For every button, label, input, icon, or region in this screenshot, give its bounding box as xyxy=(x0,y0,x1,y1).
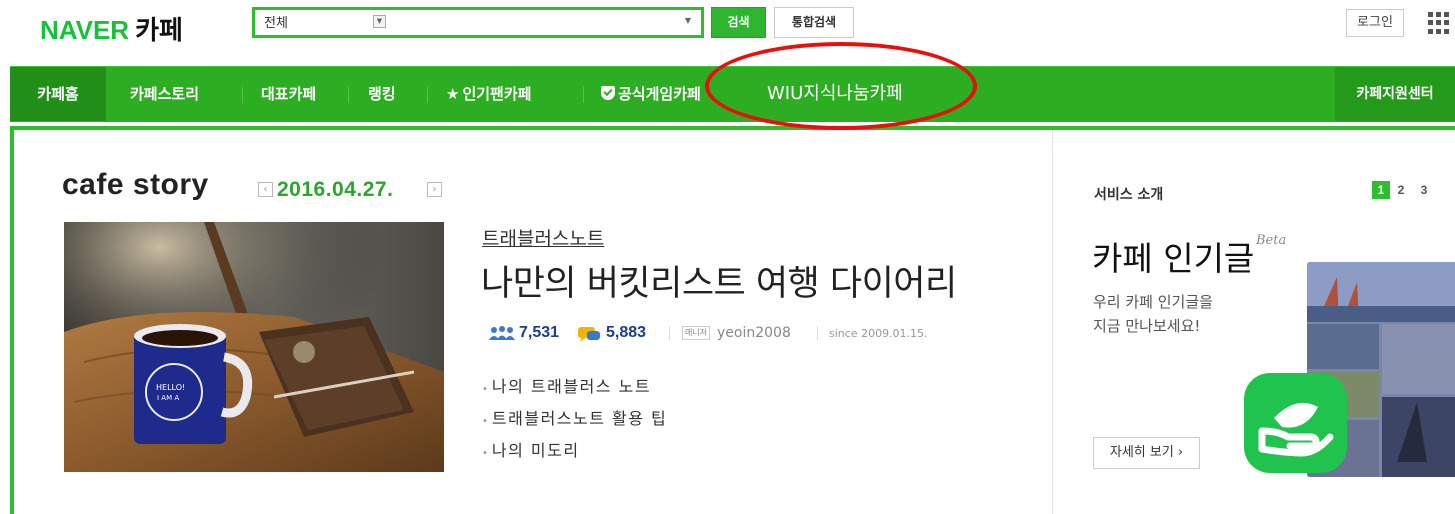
cafe-name-link[interactable]: 트래블러스노트 xyxy=(482,224,604,251)
nav-ranking[interactable]: 랭킹 xyxy=(368,67,396,121)
story-post-title[interactable]: 나만의 버킷리스트 여행 다이어리 xyxy=(481,255,957,306)
cafe-since-date: since 2009.01.15. xyxy=(829,327,928,340)
nav-label: 인기팬카페 xyxy=(462,85,532,103)
top-header: NAVER 카페 전체 ▼ ▼ 검색 통합검색 로그인 xyxy=(0,0,1455,52)
shield-check-icon xyxy=(601,86,615,100)
hand-leaf-logo-icon xyxy=(1244,373,1347,473)
cafe-story-title: cafe story xyxy=(62,168,209,201)
members-count: 7,531 xyxy=(519,324,560,341)
posts-count: 5,883 xyxy=(606,324,647,341)
beta-label: Beta xyxy=(1256,233,1287,248)
search-button[interactable]: 검색 xyxy=(711,7,766,38)
nav-divider xyxy=(348,87,349,103)
column-divider xyxy=(1052,130,1053,514)
stats-divider xyxy=(669,326,670,340)
autocomplete-arrow-icon[interactable]: ▼ xyxy=(685,16,691,25)
star-icon: ★ xyxy=(446,85,460,103)
list-item[interactable]: • 나의 미도리 xyxy=(482,437,667,469)
nav-divider xyxy=(427,87,428,103)
list-item[interactable]: • 트래블러스노트 활용 팁 xyxy=(482,405,667,437)
nav-featured-cafe[interactable]: 대표카페 xyxy=(261,67,316,121)
story-post-list: • 나의 트래블러스 노트 • 트래블러스노트 활용 팁 • 나의 미도리 xyxy=(482,373,667,469)
manager-badge: 매니저 xyxy=(682,326,711,340)
logo-cafe-text: 카페 xyxy=(135,16,183,46)
nav-divider xyxy=(242,87,243,103)
total-search-button[interactable]: 통합검색 xyxy=(774,7,854,38)
story-photo[interactable]: HELLO! I AM A xyxy=(64,222,444,472)
search-box: 전체 ▼ ▼ xyxy=(252,7,704,38)
members-icon xyxy=(489,326,515,340)
apps-grid-icon[interactable] xyxy=(1428,12,1452,34)
prev-date-button[interactable]: ‹ xyxy=(258,182,273,197)
scope-dropdown-icon[interactable]: ▼ xyxy=(373,15,386,28)
nav-popular-fan-cafe[interactable]: ★ 인기팬카페 xyxy=(446,67,531,121)
view-details-button[interactable]: 자세히 보기 › xyxy=(1093,437,1200,469)
nav-divider xyxy=(583,87,584,103)
svg-text:HELLO!: HELLO! xyxy=(156,383,185,392)
popular-posts-desc: 우리 카페 인기글을 지금 만나보세요! xyxy=(1093,293,1213,335)
login-button[interactable]: 로그인 xyxy=(1346,9,1404,37)
naver-cafe-logo[interactable]: NAVER 카페 xyxy=(40,10,183,47)
nav-cafe-story[interactable]: 카페스토리 xyxy=(130,67,199,121)
search-input[interactable] xyxy=(395,12,665,32)
service-page-1[interactable]: 1 xyxy=(1372,181,1390,199)
highlight-annotation-ring xyxy=(705,42,977,130)
logo-naver-text: NAVER xyxy=(40,15,130,45)
next-date-button[interactable]: › xyxy=(427,182,442,197)
nav-cafe-home[interactable]: 카페홈 xyxy=(10,67,106,121)
list-item[interactable]: • 나의 트래블러스 노트 xyxy=(482,373,667,405)
posts-icon xyxy=(578,327,600,342)
popular-posts-title: 카페 인기글 xyxy=(1092,239,1255,278)
nav-official-game-cafe[interactable]: 공식게임카페 xyxy=(601,67,701,121)
search-scope-value[interactable]: 전체 xyxy=(264,12,288,31)
stats-divider xyxy=(817,326,818,340)
service-page-3[interactable]: 3 xyxy=(1415,181,1433,199)
coffee-notebook-photo: HELLO! I AM A xyxy=(64,222,444,472)
nav-label: 공식게임카페 xyxy=(618,85,701,103)
story-date: 2016.04.27. xyxy=(277,178,394,201)
service-page-2[interactable]: 2 xyxy=(1392,181,1410,199)
service-intro-label: 서비스 소개 xyxy=(1094,187,1164,203)
manager-id[interactable]: yeoin2008 xyxy=(717,325,791,341)
svg-text:I AM A: I AM A xyxy=(157,394,179,402)
nav-cafe-support-center[interactable]: 카페지원센터 xyxy=(1335,67,1455,121)
